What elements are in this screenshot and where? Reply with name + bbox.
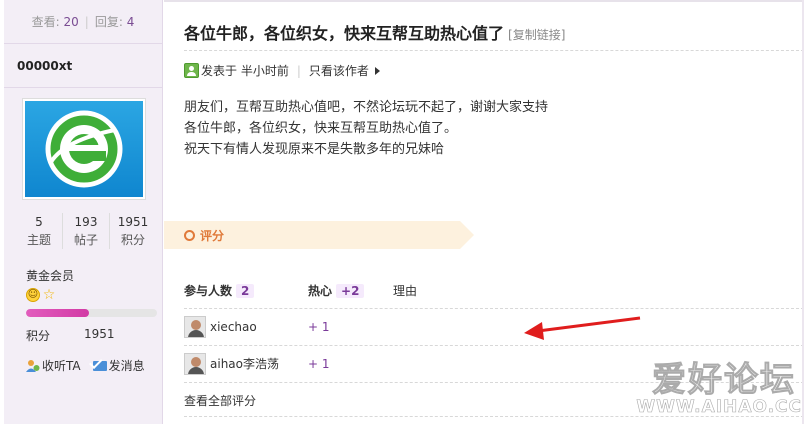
author-avatar[interactable] [22, 98, 146, 200]
post-main: 各位牛郎，各位织女，快来互帮互助热心值了 [复制链接] 发表于 半小时前 | 只看… [164, 0, 804, 424]
count-label: 帖子 [73, 233, 98, 247]
follow-user-icon [26, 359, 40, 372]
mail-icon [92, 360, 107, 371]
rater[interactable]: xiechao [184, 315, 308, 338]
rating-row: xiechao + 1 [184, 308, 804, 344]
points-row: 积分 1951 [26, 327, 115, 344]
post-line: 祝天下有情人发现原来不是失散多年的兄妹哈 [184, 142, 445, 157]
rater[interactable]: aihao李浩荡 [184, 352, 308, 375]
medals: ☺ ☆ [26, 288, 56, 302]
hot-total: +2 [336, 284, 365, 298]
view-all-ratings-link[interactable]: 查看全部评分 [184, 382, 804, 418]
rating-circle-icon [184, 229, 195, 241]
participants-header: 参与人数 2 [184, 282, 308, 299]
red-arrow-annotation [524, 316, 641, 340]
post-time: 发表于 半小时前 [201, 64, 289, 78]
member-rank[interactable]: 黄金会员 [26, 267, 74, 284]
star-medal-icon: ☆ [42, 287, 56, 303]
thread-stats: 查看: 20 | 回复: 4 [4, 0, 162, 44]
hot-label: 热心 [308, 284, 333, 298]
rating-row: aihao李浩荡 + 1 [184, 345, 804, 381]
post-meta: 发表于 半小时前 | 只看该作者 [184, 62, 380, 79]
count-value: 1951 [117, 215, 149, 229]
rating-banner-label: 评分 [200, 228, 225, 243]
rank-progress-bar [26, 309, 157, 317]
credits-count[interactable]: 1951 积分 [110, 213, 156, 249]
count-label: 主题 [26, 233, 51, 247]
rater-name[interactable]: aihao李浩荡 [210, 355, 279, 372]
views-count: 20 [63, 14, 79, 29]
views-label: 查看: [31, 15, 60, 29]
post-line: 各位牛郎，各位织女，快来互帮互助热心值了。 [184, 121, 458, 136]
title-divider [184, 50, 804, 51]
rating-banner: 评分 [164, 221, 474, 249]
points-label: 积分 [26, 329, 51, 343]
author-online-icon [184, 63, 199, 78]
reason-header: 理由 [393, 284, 418, 298]
top-border [164, 0, 804, 2]
hot-header: 热心 +2 [308, 282, 393, 299]
follow-button[interactable]: 收听TA [26, 357, 81, 374]
copy-link-button[interactable]: [复制链接] [508, 28, 565, 42]
count-value: 5 [35, 215, 43, 229]
send-message-button[interactable]: 发消息 [92, 357, 145, 374]
browser-logo-icon [25, 101, 143, 197]
count-value: 193 [74, 215, 98, 229]
rater-name[interactable]: xiechao [210, 320, 257, 334]
posts-count[interactable]: 193 帖子 [63, 213, 110, 249]
replies-count: 4 [126, 14, 135, 29]
topics-count[interactable]: 5 主题 [16, 213, 63, 249]
thread-title: 各位牛郎，各位织女，快来互帮互助热心值了 [复制链接] [184, 20, 565, 44]
replies-label: 回复: [94, 15, 123, 29]
author-only-link[interactable]: 只看该作者 [309, 62, 369, 79]
caret-right-icon [374, 66, 380, 75]
author-username[interactable]: 00000xt [4, 44, 162, 88]
rating-header: 参与人数 2 热心 +2 理由 [184, 282, 417, 299]
smile-medal-icon: ☺ [26, 288, 40, 302]
rank-progress-fill [26, 309, 89, 317]
bottom-divider [184, 416, 804, 417]
post-line: 朋友们，互帮互助热心值吧，不然论坛玩不起了，谢谢大家支持 [184, 100, 549, 115]
participants-count: 2 [236, 284, 255, 298]
rating-score: + 1 [308, 319, 330, 334]
meta-divider: | [296, 63, 301, 78]
participants-label: 参与人数 [184, 284, 233, 298]
points-value: 1951 [84, 327, 115, 341]
rating-score: + 1 [308, 356, 330, 371]
author-counts: 5 主题 193 帖子 1951 积分 [16, 213, 156, 249]
rater-avatar[interactable] [184, 352, 206, 375]
stats-divider: | [84, 14, 89, 29]
rater-avatar[interactable] [184, 315, 206, 338]
send-message-label: 发消息 [108, 359, 145, 373]
count-label: 积分 [120, 233, 145, 247]
follow-label: 收听TA [42, 359, 81, 373]
post-content: 朋友们，互帮互助热心值吧，不然论坛玩不起了，谢谢大家支持 各位牛郎，各位织女，快… [184, 97, 548, 160]
author-sidebar: 查看: 20 | 回复: 4 00000xt 5 主题 193 帖子 1951 [4, 0, 163, 424]
thread-title-text: 各位牛郎，各位织女，快来互帮互助热心值了 [184, 24, 505, 43]
author-actions: 收听TA 发消息 [26, 357, 145, 374]
